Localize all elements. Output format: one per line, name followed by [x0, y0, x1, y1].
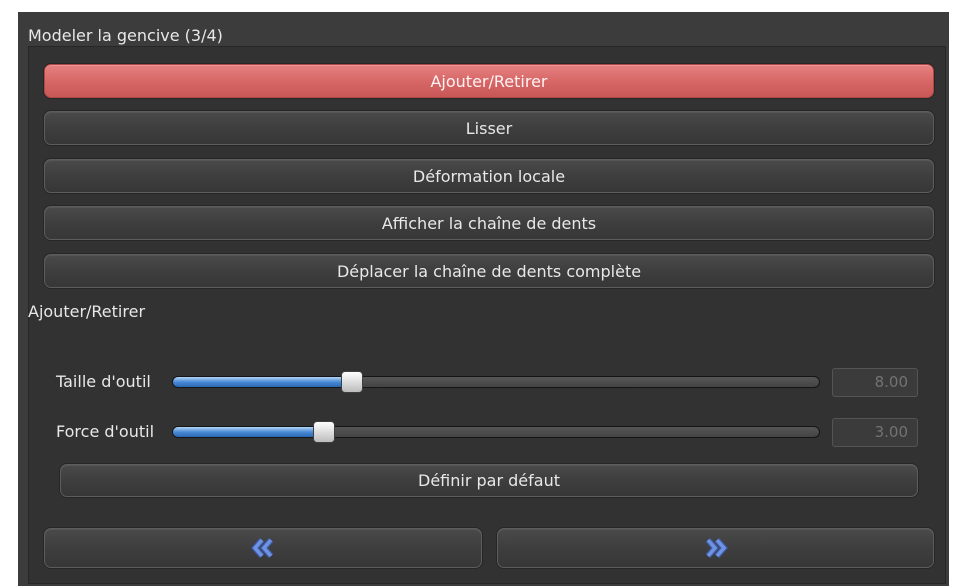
tool-options-heading: Ajouter/Retirer: [28, 302, 146, 321]
previous-step-button[interactable]: [44, 528, 482, 568]
double-chevron-right-icon: [705, 538, 728, 558]
slider-track[interactable]: [172, 376, 820, 388]
slider-fill: [173, 427, 325, 437]
tool-strength-label: Force d'outil: [56, 422, 155, 441]
panel-title: Modeler la gencive (3/4): [28, 26, 223, 45]
slider-handle[interactable]: [313, 421, 335, 443]
tool-strength-value-field[interactable]: 3.00: [832, 418, 918, 447]
tool-size-slider[interactable]: [172, 371, 820, 393]
tool-strength-slider[interactable]: [172, 421, 820, 443]
slider-track[interactable]: [172, 426, 820, 438]
gum-modeling-window: Modeler la gencive (3/4) Ajouter/Retirer…: [0, 0, 956, 586]
tool-size-label: Taille d'outil: [56, 372, 151, 391]
tool-size-value-field[interactable]: 8.00: [832, 368, 918, 397]
tool-move-tooth-chain-button[interactable]: Déplacer la chaîne de dents complète: [44, 254, 934, 288]
slider-handle[interactable]: [341, 371, 363, 393]
tool-add-remove-button[interactable]: Ajouter/Retirer: [44, 64, 934, 98]
reset-defaults-button[interactable]: Définir par défaut: [60, 464, 918, 497]
tool-smooth-button[interactable]: Lisser: [44, 111, 934, 145]
double-chevron-left-icon: [251, 538, 274, 558]
next-step-button[interactable]: [497, 528, 934, 568]
slider-fill: [173, 377, 353, 387]
tool-show-tooth-chain-button[interactable]: Afficher la chaîne de dents: [44, 206, 934, 240]
tool-local-deformation-button[interactable]: Déformation locale: [44, 159, 934, 193]
